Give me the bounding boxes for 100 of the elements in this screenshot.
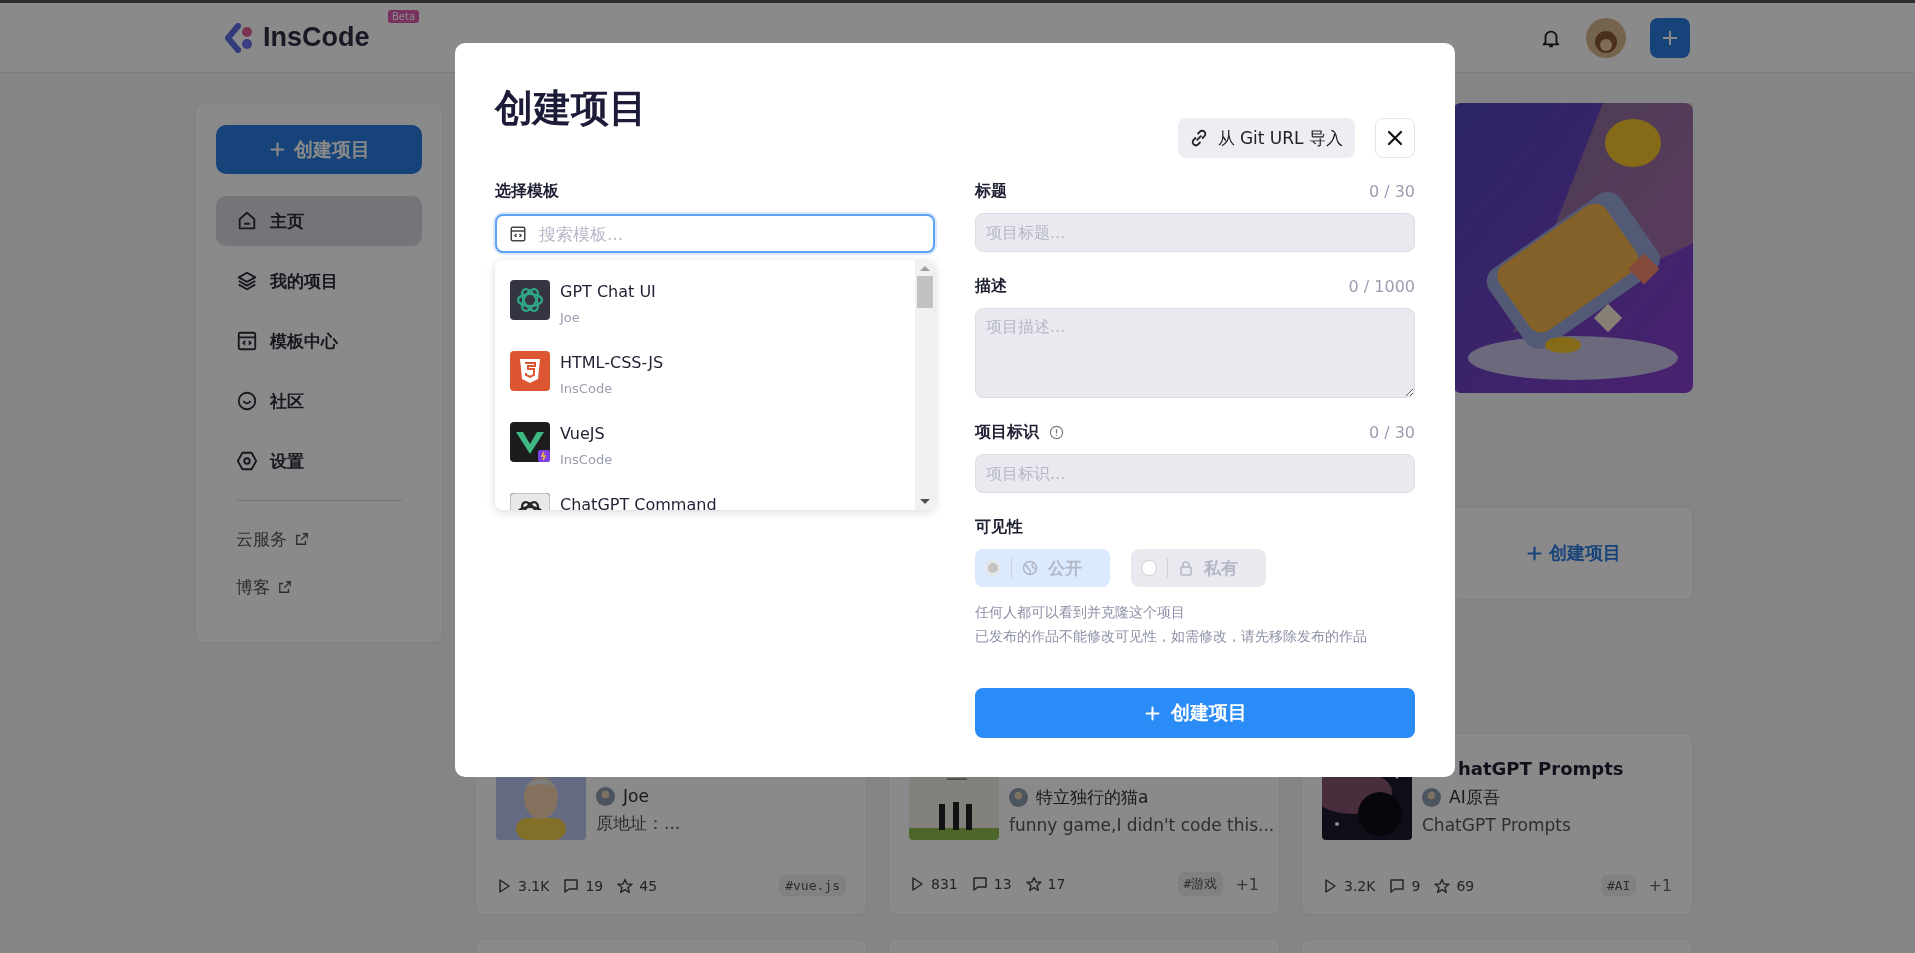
create-project-button[interactable]: 创建项目 bbox=[975, 688, 1415, 738]
star-icon bbox=[1434, 877, 1451, 894]
avatar-icon bbox=[1422, 788, 1441, 807]
template-name: HTML-CSS-JS bbox=[560, 353, 664, 373]
more-tags-count: +1 bbox=[1235, 874, 1259, 894]
tag[interactable]: #AI bbox=[1600, 875, 1637, 896]
link-icon bbox=[1189, 129, 1208, 147]
logo-text[interactable]: InsCode bbox=[263, 22, 370, 53]
star-count: 69 bbox=[1456, 877, 1475, 894]
sidebar-label: 设置 bbox=[270, 449, 304, 473]
template-option[interactable]: VueJS InsCode bbox=[495, 422, 915, 493]
template-name: ChatGPT Command bbox=[560, 495, 717, 510]
template-author: Joe bbox=[560, 310, 581, 325]
template-author: InsCode bbox=[560, 381, 614, 396]
comment-icon bbox=[563, 877, 580, 894]
comment-icon bbox=[971, 876, 988, 892]
play-icon bbox=[909, 876, 925, 892]
template-option[interactable]: HTML-CSS-JS InsCode bbox=[495, 351, 915, 422]
star-icon bbox=[617, 877, 634, 894]
info-icon[interactable] bbox=[1049, 424, 1064, 440]
play-icon bbox=[1322, 877, 1338, 894]
external-link[interactable]: 博客 bbox=[216, 563, 422, 611]
plus-icon bbox=[1661, 28, 1679, 47]
external-link-icon bbox=[295, 532, 309, 546]
comment-icon bbox=[1389, 877, 1406, 894]
card-description: funny game,I didn't code this... bbox=[1009, 815, 1275, 835]
char-counter: 0 / 30 bbox=[1368, 422, 1415, 442]
lock-icon bbox=[1178, 560, 1194, 576]
radio-button[interactable] bbox=[985, 560, 1001, 576]
shield-icon bbox=[510, 351, 550, 391]
settings-icon bbox=[236, 450, 258, 472]
author-name[interactable]: AI原吾 bbox=[1449, 786, 1500, 809]
sidebar-label: 模板中心 bbox=[270, 329, 338, 353]
author-name[interactable]: 特立独行的猫a bbox=[1036, 786, 1149, 809]
card-description: ChatGPT Prompts bbox=[1422, 815, 1572, 835]
comment-count: 13 bbox=[993, 876, 1012, 892]
create-project-button[interactable]: 创建项目 bbox=[216, 125, 422, 174]
char-counter: 0 / 1000 bbox=[1348, 276, 1415, 296]
v-logo-icon bbox=[510, 422, 550, 462]
layers-icon bbox=[236, 270, 258, 292]
external-link-icon bbox=[278, 580, 292, 594]
plus-icon bbox=[268, 141, 286, 158]
field-label: 项目标识 bbox=[975, 421, 1039, 443]
sidebar-label: 主页 bbox=[270, 209, 304, 233]
sidebar-item[interactable]: 社区 bbox=[216, 376, 422, 426]
template-option[interactable]: ChatGPT Command bbox=[495, 493, 915, 510]
author-name[interactable]: Joe bbox=[623, 786, 649, 806]
star-icon bbox=[1025, 876, 1042, 892]
add-button[interactable] bbox=[1650, 17, 1690, 58]
radio-button[interactable] bbox=[1141, 560, 1157, 576]
template-author: InsCode bbox=[560, 452, 613, 467]
char-counter: 0 / 30 bbox=[1368, 181, 1415, 201]
template-option[interactable]: GPT Chat UI Joe bbox=[495, 280, 915, 351]
view-count: 3.1K bbox=[518, 877, 550, 894]
avatar-icon bbox=[1009, 788, 1028, 807]
sidebar-label: 社区 bbox=[270, 389, 304, 413]
sidebar-item[interactable]: 主页 bbox=[216, 196, 422, 246]
more-tags-count: +1 bbox=[1648, 876, 1672, 895]
field-label: 描述 bbox=[975, 275, 1007, 297]
field-label: 选择模板 bbox=[495, 180, 560, 202]
create-project-card[interactable]: 创建项目 bbox=[1453, 506, 1693, 600]
comment-count: 19 bbox=[585, 877, 604, 894]
avatar-icon[interactable] bbox=[1586, 17, 1626, 58]
sidebar-item[interactable]: 设置 bbox=[216, 436, 422, 486]
help-text: 已发布的作品不能修改可见性，如需修改，请先移除发布的作品 bbox=[975, 627, 1368, 646]
git-import-button[interactable]: 从 Git URL 导入 bbox=[1177, 118, 1355, 158]
dialog-title: 创建项目 bbox=[495, 85, 647, 132]
sidebar-item[interactable]: 我的项目 bbox=[216, 256, 422, 306]
logo-icon bbox=[225, 22, 255, 53]
globe-icon bbox=[1022, 560, 1038, 576]
comment-count: 9 bbox=[1411, 877, 1421, 894]
home-icon bbox=[236, 210, 258, 232]
close-button[interactable] bbox=[1375, 118, 1415, 158]
template-name: GPT Chat UI bbox=[560, 282, 656, 302]
visibility-label: 公开 bbox=[1048, 556, 1082, 580]
knot-icon bbox=[510, 280, 550, 320]
play-icon bbox=[496, 877, 512, 894]
template-name: VueJS bbox=[560, 424, 606, 444]
tag[interactable]: #游戏 bbox=[1177, 872, 1224, 896]
create-project-label: 创建项目 bbox=[1548, 541, 1621, 565]
tag[interactable]: #vue.js bbox=[779, 875, 846, 896]
help-text: 任何人都可以看到并克隆这个项目 bbox=[975, 603, 1186, 622]
avatar-icon bbox=[596, 786, 615, 806]
star-count: 17 bbox=[1047, 876, 1066, 892]
view-count: 831 bbox=[931, 876, 958, 892]
card-description: 原地址：... bbox=[596, 812, 681, 835]
project-card[interactable]: hatGPT Prompts AI原吾 ChatGPT Prompts 3.2K 9 69 #AI +1 bbox=[1301, 733, 1693, 915]
field-label: 标题 bbox=[975, 180, 1007, 202]
close-icon bbox=[1385, 128, 1405, 148]
smile-icon bbox=[236, 390, 258, 412]
star-count: 45 bbox=[639, 877, 658, 894]
external-link[interactable]: 云服务 bbox=[216, 515, 422, 563]
code-window-icon bbox=[236, 330, 258, 352]
plus-icon bbox=[1143, 704, 1161, 722]
beta-badge: Beta bbox=[388, 10, 420, 23]
scrollbar[interactable] bbox=[915, 260, 935, 510]
sidebar-item[interactable]: 模板中心 bbox=[216, 316, 422, 366]
view-count: 3.2K bbox=[1344, 877, 1376, 894]
plus-icon bbox=[1525, 544, 1543, 562]
template-search-field[interactable]: 搜索模板... bbox=[495, 214, 935, 253]
